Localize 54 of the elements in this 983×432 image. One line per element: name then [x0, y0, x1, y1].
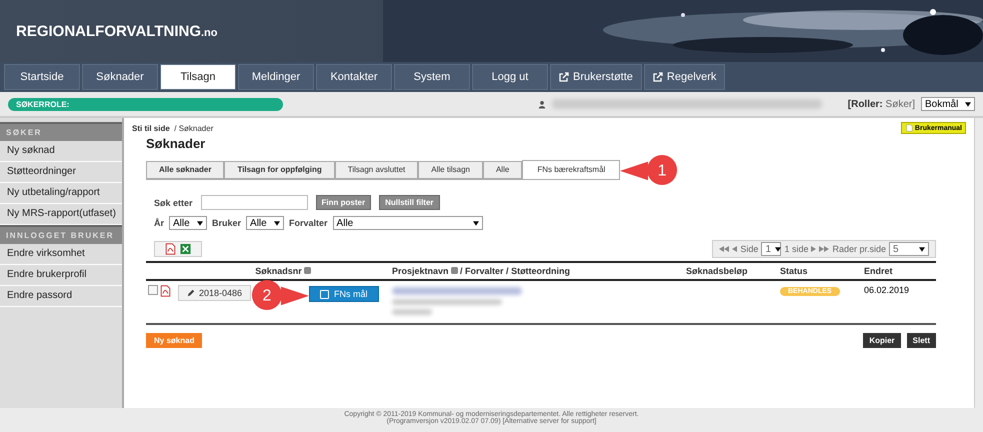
nav-tab[interactable]: System	[394, 64, 470, 90]
sidebar-item[interactable]: Ny utbetaling/rapport	[0, 183, 122, 204]
edit-application-button[interactable]: 2018-0486	[178, 285, 252, 301]
find-button[interactable]: Finn poster	[316, 195, 372, 210]
filter-select[interactable]: Alle	[332, 216, 483, 230]
column-header: Status	[778, 262, 862, 280]
nav-tab[interactable]: Regelverk	[644, 64, 726, 90]
breadcrumb: Sti til side / Søknader	[132, 124, 214, 132]
rows-per-page-label: Rader pr.side	[832, 244, 886, 254]
site-logo[interactable]: REGIONALFORVALTNING.no	[16, 22, 218, 40]
column-header: Søknadsbeløp	[684, 262, 778, 280]
column-header: Endret	[862, 262, 936, 280]
nav-tab[interactable]: Logg ut	[472, 64, 548, 90]
page-title: Søknader	[146, 136, 206, 151]
sidebar-item[interactable]: Endre virksomhet	[0, 244, 122, 265]
filter-select[interactable]: Alle	[169, 216, 208, 230]
language-select[interactable]: Bokmål	[921, 97, 975, 111]
sidebar-item[interactable]: Endre passord	[0, 286, 122, 307]
nav-tab[interactable]: Kontakter	[316, 64, 392, 90]
delete-button[interactable]: Slett	[906, 333, 936, 348]
column-header[interactable]: Prosjektnavn	[392, 266, 449, 276]
tab[interactable]: Alle tilsagn	[418, 160, 483, 178]
sdg-goals-button[interactable]: FNs mål	[309, 286, 379, 302]
reset-filter-button[interactable]: Nullstill filter	[379, 195, 440, 210]
roles-text: [Roller: Søker]	[848, 98, 915, 110]
table-cell: 06.02.2019	[862, 280, 936, 324]
filter-select[interactable]: Alle	[246, 216, 284, 230]
copy-button[interactable]: Kopier	[863, 333, 901, 348]
tab[interactable]: Alle søknader	[146, 160, 224, 178]
nav-tab[interactable]: Brukerstøtte	[550, 64, 642, 90]
filter-label: Forvalter	[289, 218, 328, 228]
tab[interactable]: Tilsagn for oppfølging	[224, 160, 335, 178]
page-count: 1 side	[784, 244, 808, 254]
page-select[interactable]: 1	[761, 242, 782, 256]
sidebar-item[interactable]: Ny søknad	[0, 141, 122, 162]
sidebar-item[interactable]: Endre brukerprofil	[0, 265, 122, 286]
filter-label: År	[154, 218, 164, 228]
tab[interactable]: Alle	[482, 160, 522, 178]
column-header[interactable]: Søknadsnr	[255, 266, 302, 276]
tab[interactable]: Tilsagn avsluttet	[334, 160, 418, 178]
nav-tab[interactable]: Startside	[4, 64, 80, 90]
sidebar-heading: INNLOGGET BRUKER	[0, 225, 122, 244]
filter-label: Bruker	[212, 218, 242, 228]
sidebar-heading: SØKER	[0, 122, 122, 141]
nav-tab[interactable]: Meldinger	[238, 64, 314, 90]
tab[interactable]: FNs bærekraftsmål	[522, 160, 620, 178]
rows-per-page-select[interactable]: 5	[889, 242, 929, 256]
nav-tab[interactable]: Søknader	[82, 64, 158, 90]
column-header: / Forvalter / Støtteordning	[460, 266, 570, 276]
page-label: Side	[740, 244, 758, 254]
sidebar-item[interactable]: Støtteordninger	[0, 162, 122, 183]
nav-tab[interactable]: Tilsagn	[160, 64, 236, 90]
role-label: SØKERROLE:	[16, 100, 70, 108]
search-label: Søk etter	[154, 198, 193, 208]
